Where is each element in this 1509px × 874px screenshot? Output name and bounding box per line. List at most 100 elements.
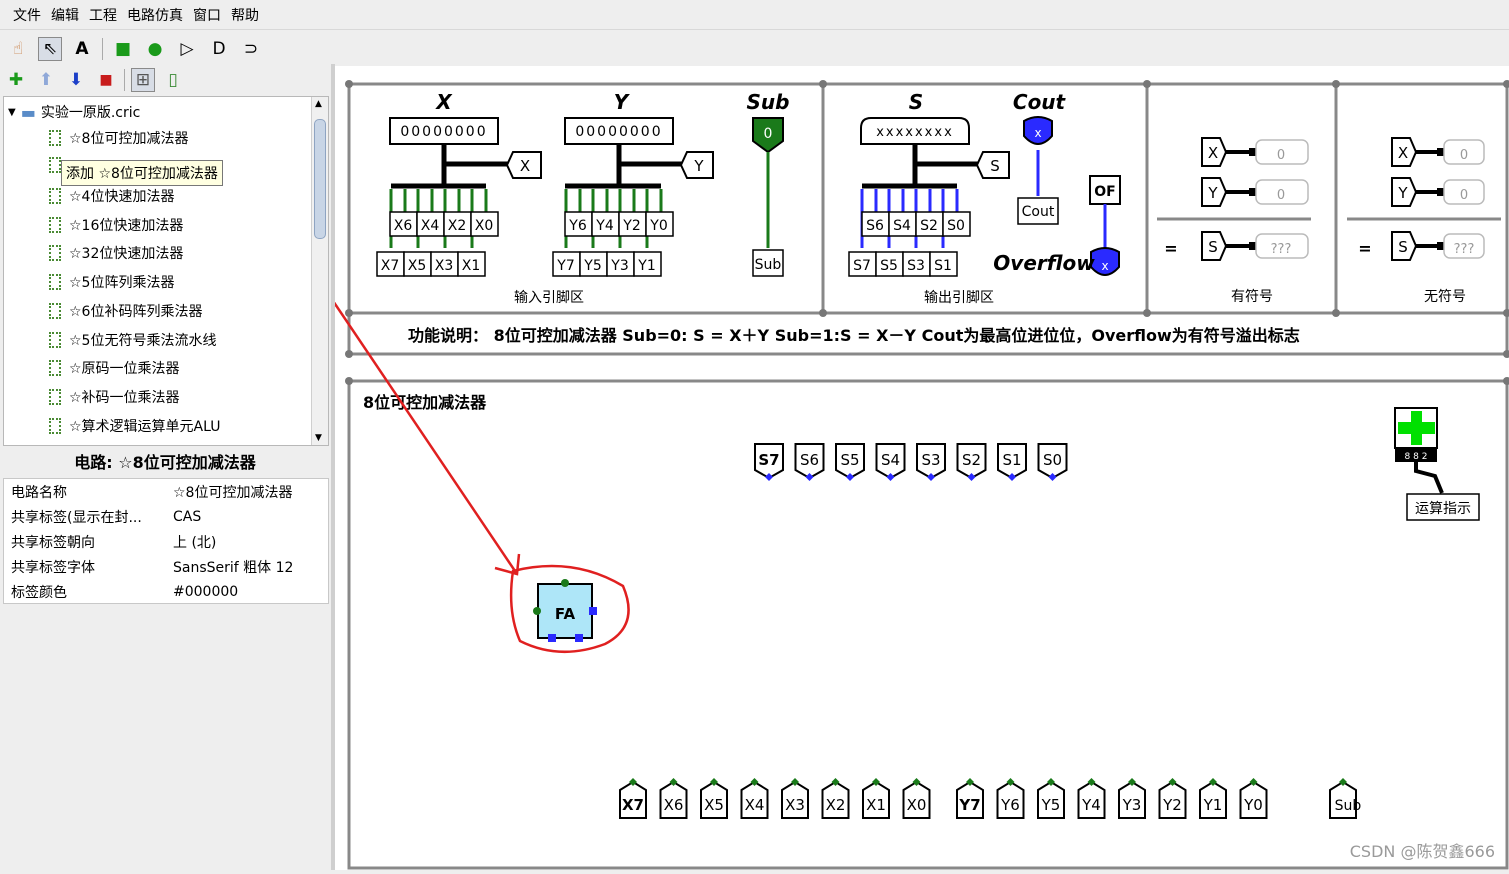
s-output-tunnel[interactable]: S4	[875, 443, 906, 481]
menu-help[interactable]: 帮助	[231, 5, 259, 25]
menu-edit[interactable]: 编辑	[51, 5, 79, 25]
table-row[interactable]: 电路名称 ☆8位可控加减法器	[4, 479, 328, 504]
or-gate-icon[interactable]: ⊃	[239, 37, 263, 61]
menu-simulate[interactable]: 电路仿真	[127, 5, 183, 25]
input-tunnel[interactable]: X2	[821, 778, 850, 819]
property-value[interactable]: SansSerif 粗体 12	[165, 557, 293, 577]
input-pin-icon[interactable]: ■	[111, 37, 135, 61]
tree-item[interactable]: ☆原码一位乘法器	[49, 358, 180, 378]
input-tunnel[interactable]: Y4	[1077, 778, 1106, 819]
s-output-tunnel[interactable]: S3	[916, 443, 946, 481]
property-key: 标签颜色	[11, 584, 67, 601]
input-tunnel-label: Y3	[1122, 796, 1142, 814]
add-circuit-icon[interactable]: ✚	[4, 68, 28, 92]
input-tunnel[interactable]: Y1	[1199, 778, 1227, 819]
not-gate-icon[interactable]: ▷	[175, 37, 199, 61]
move-up-icon[interactable]: ⬆	[34, 68, 58, 92]
input-tunnel[interactable]: X7	[619, 778, 647, 819]
appearance-icon[interactable]: ⊞	[131, 68, 155, 92]
input-tunnel[interactable]: X4	[740, 778, 769, 819]
table-row[interactable]: 共享标签字体 SansSerif 粗体 12	[4, 554, 328, 579]
property-key: 共享标签字体	[11, 559, 95, 576]
svg-text:Y7: Y7	[556, 258, 574, 274]
input-tunnel[interactable]: Y0	[1239, 778, 1268, 819]
circuit-icon	[49, 245, 61, 261]
svg-text:0: 0	[1277, 188, 1285, 203]
input-tunnel[interactable]: X0	[902, 778, 931, 819]
menu-window[interactable]: 窗口	[193, 5, 221, 25]
input-tunnel[interactable]: X6	[659, 778, 688, 819]
input-area-label: 输入引脚区	[514, 290, 584, 306]
select-tool-icon[interactable]: ⇖	[38, 37, 62, 61]
input-tunnel[interactable]: Y3	[1118, 778, 1146, 819]
property-value[interactable]: ☆8位可控加减法器	[165, 482, 292, 502]
project-tree: ▼ ▬ 实验一原版.cric ☆8位可控加减法器 ☆4位快速加法器 ☆16位快速…	[3, 96, 329, 446]
s-output-tunnel[interactable]: S5	[835, 443, 865, 481]
scroll-up-icon[interactable]: ▲	[315, 99, 322, 109]
input-y-value: 00000000	[575, 124, 662, 140]
op-indicator[interactable]: 8 8 2 运算指示	[1394, 407, 1480, 521]
tree-item[interactable]: ☆补码一位乘法器	[49, 387, 180, 407]
attribute-table: 电路名称 ☆8位可控加减法器 共享标签(显示在封... CAS 共享标签朝向 上 (北…	[3, 478, 329, 604]
tree-item[interactable]: ☆4位快速加法器	[49, 186, 174, 206]
toolbar-divider	[124, 69, 125, 91]
tree-scrollbar[interactable]: ▲ ▼	[311, 97, 328, 445]
delete-icon[interactable]: ■	[94, 68, 118, 92]
property-value[interactable]: 上 (北)	[165, 532, 216, 552]
tree-item[interactable]: ☆6位补码阵列乘法器	[49, 301, 202, 321]
layout-icon[interactable]: ▯	[161, 68, 185, 92]
tree-item[interactable]: ☆5位阵列乘法器	[49, 272, 174, 292]
s-output-tunnel[interactable]: S7	[754, 443, 784, 481]
input-tunnel[interactable]: X1	[862, 778, 890, 819]
input-tunnel-label: Y7	[958, 796, 980, 814]
input-y-group: Y 00000000 Y Y6 Y4 Y2 Y0 Y7 Y5 Y3 Y1	[552, 90, 714, 277]
hand-tool-icon[interactable]: ☝	[6, 37, 30, 61]
and-gate-icon[interactable]: D	[207, 37, 231, 61]
circuit-icon	[49, 217, 61, 233]
fa-component[interactable]: FA	[533, 579, 597, 642]
project-toolbar: ✚ ⬆ ⬇ ■ ⊞ ▯	[0, 66, 330, 94]
svg-text:S4: S4	[893, 218, 911, 234]
tree-item[interactable]: ☆5位无符号乘法流水线	[49, 330, 216, 350]
expand-arrow-icon[interactable]: ▼	[8, 107, 16, 118]
s-output-tunnel[interactable]: S2	[956, 443, 987, 481]
tree-item[interactable]: ☆32位快速加法器	[49, 243, 183, 263]
scroll-thumb[interactable]	[314, 119, 326, 239]
sub-tunnel-bottom-label: Sub	[1335, 798, 1362, 814]
output-s-label: S	[909, 90, 923, 114]
move-down-icon[interactable]: ⬇	[64, 68, 88, 92]
output-pin-icon[interactable]: ●	[143, 37, 167, 61]
input-tunnel[interactable]: Y6	[996, 778, 1025, 819]
svg-text:S2: S2	[920, 218, 938, 234]
s-output-tunnel[interactable]: S0	[1037, 443, 1068, 481]
scroll-down-icon[interactable]: ▼	[315, 433, 322, 443]
table-row[interactable]: 共享标签(显示在封... CAS	[4, 504, 328, 529]
menu-project[interactable]: 工程	[89, 5, 117, 25]
property-value[interactable]: CAS	[165, 509, 201, 525]
s-output-tunnel[interactable]: S1	[997, 443, 1027, 481]
input-tunnel[interactable]: Y5	[1037, 778, 1065, 819]
svg-text:0: 0	[1277, 148, 1285, 163]
input-tunnel[interactable]: Y7	[956, 778, 984, 819]
input-tunnel[interactable]: X3	[781, 778, 809, 819]
output-area-label: 输出引脚区	[924, 290, 994, 306]
table-row[interactable]: 共享标签朝向 上 (北)	[4, 529, 328, 554]
tree-root[interactable]: ▼ ▬ 实验一原版.cric	[8, 102, 140, 122]
tree-item[interactable]: ☆8位可控加减法器	[49, 128, 188, 148]
circuit-canvas[interactable]: X 00000000 X X6 X4 X2 X0 X7 X5 X3 X1 Y 0…	[53, 66, 1509, 870]
tree-item[interactable]: ☆16位快速加法器	[49, 215, 183, 235]
menu-file[interactable]: 文件	[13, 5, 41, 25]
svg-text:X: X	[1398, 144, 1408, 162]
svg-text:Y6: Y6	[568, 218, 587, 234]
table-row[interactable]: 标签颜色 #000000	[4, 579, 328, 604]
sub-input-value: 0	[764, 126, 773, 142]
property-value[interactable]: #000000	[165, 584, 238, 600]
tree-item-label: ☆5位无符号乘法流水线	[69, 333, 217, 349]
text-tool-icon[interactable]: A	[70, 37, 94, 61]
input-tunnel[interactable]: X5	[700, 778, 728, 819]
tree-item[interactable]: ☆算术逻辑运算单元ALU	[49, 416, 220, 436]
input-tunnel[interactable]: Y2	[1158, 778, 1187, 819]
s-output-tunnel[interactable]: S6	[794, 443, 825, 481]
sub-input-tunnel[interactable]: Sub	[1329, 778, 1362, 819]
unsigned-probe-group: X 0 Y 0 = S ??? 无符号	[1347, 137, 1501, 305]
